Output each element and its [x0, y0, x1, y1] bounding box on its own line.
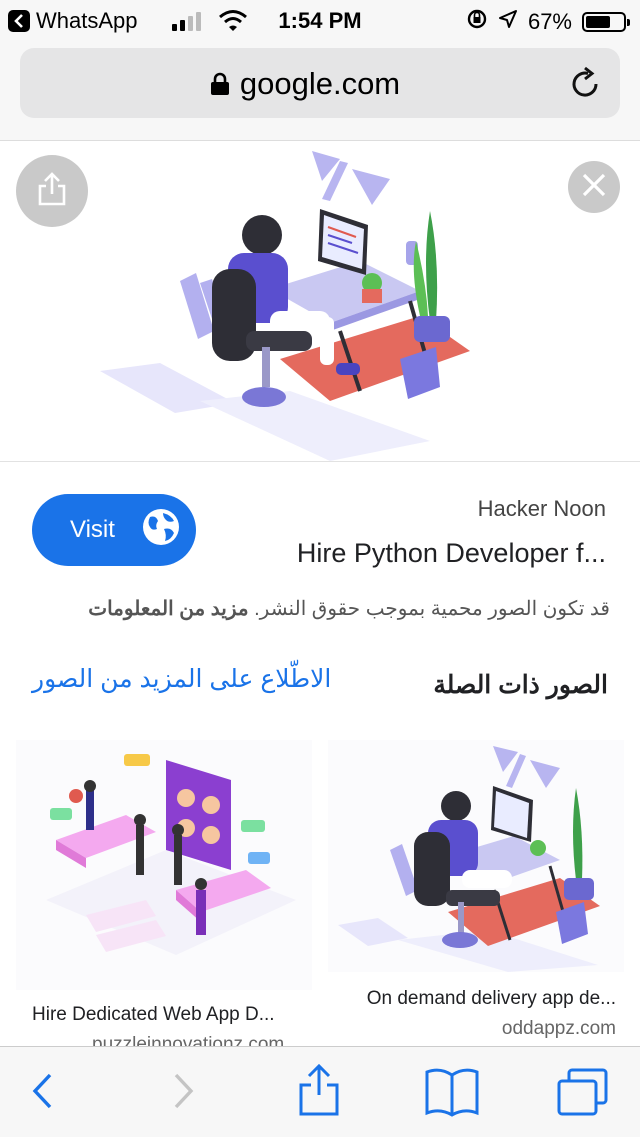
chevron-right-icon[interactable]	[170, 1071, 196, 1116]
url-bar: google.com	[0, 40, 640, 141]
tabs-icon[interactable]	[556, 1067, 610, 1122]
related-image-card[interactable]: On demand delivery app de... oddappz.com	[328, 740, 624, 1040]
related-images-heading: الصور ذات الصلة	[433, 671, 608, 699]
globe-icon	[141, 507, 181, 554]
share-icon	[38, 171, 66, 211]
location-icon	[498, 9, 518, 35]
share-image-button[interactable]	[16, 155, 88, 227]
result-title[interactable]: Hire Python Developer f...	[297, 538, 606, 569]
related-thumbnail	[16, 740, 312, 990]
copyright-notice: قد تكون الصور محمية بموجب حقوق النشر. مز…	[88, 596, 610, 621]
reload-icon[interactable]	[570, 65, 602, 104]
see-more-images-link[interactable]: الاطّلاع على المزيد من الصور	[32, 664, 331, 694]
developer-illustration	[338, 746, 600, 972]
chevron-left-icon[interactable]	[30, 1071, 56, 1116]
source-name[interactable]: Hacker Noon	[478, 496, 606, 522]
close-icon	[581, 172, 607, 203]
status-bar: WhatsApp 1:54 PM 67%	[0, 0, 640, 40]
related-card-site: oddappz.com	[501, 1018, 616, 1039]
visit-button[interactable]: Visit	[32, 494, 196, 566]
orientation-lock-icon	[466, 8, 488, 36]
web-app-illustration	[46, 754, 296, 955]
book-icon[interactable]	[424, 1067, 480, 1122]
related-image-card[interactable]: Hire Dedicated Web App D... puzzleinnova…	[16, 740, 312, 1056]
close-preview-button[interactable]	[568, 161, 620, 213]
battery-percent: 67%	[527, 9, 572, 34]
browser-toolbar	[0, 1046, 640, 1137]
developer-illustration	[100, 151, 470, 461]
address-field[interactable]: google.com	[20, 48, 620, 118]
related-card-title: On demand delivery app de...	[366, 988, 616, 1009]
battery-icon	[582, 12, 630, 32]
more-info-link[interactable]: مزيد من المعلومات	[88, 598, 248, 620]
related-card-title: Hire Dedicated Web App D...	[32, 1004, 275, 1025]
share-icon[interactable]	[298, 1063, 340, 1122]
visit-label: Visit	[70, 516, 115, 543]
related-thumbnail	[328, 740, 624, 972]
copyright-text: قد تكون الصور محمية بموجب حقوق النشر.	[254, 598, 610, 620]
url-domain: google.com	[239, 66, 401, 101]
image-preview[interactable]	[0, 141, 640, 462]
